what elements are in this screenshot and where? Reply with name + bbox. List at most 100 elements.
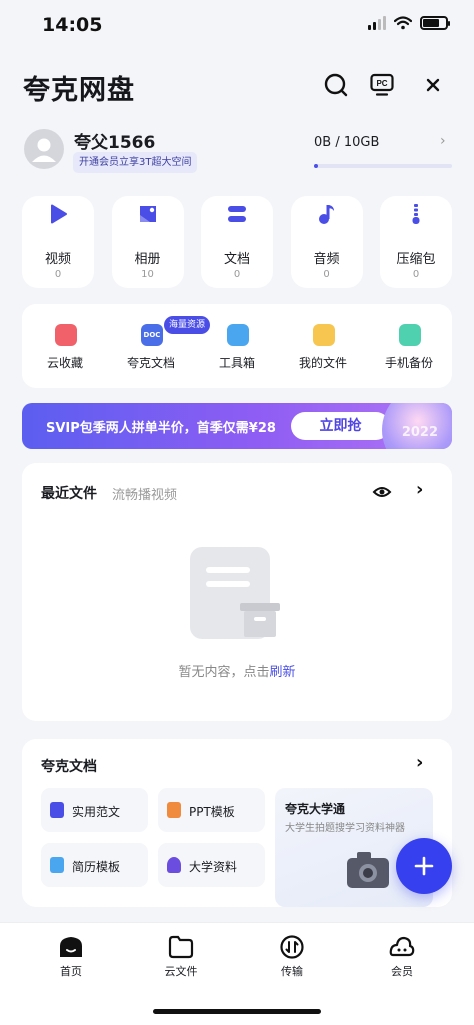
tool-cloud-favorites[interactable]: 云收藏 (22, 304, 108, 388)
tab-label: 首页 (60, 965, 82, 978)
doc-chip-university[interactable]: 大学资料 (158, 843, 265, 887)
signal-icon (368, 16, 386, 30)
tool-label: 工具箱 (218, 356, 255, 370)
profile-section: 夸父1566 开通会员立享3T超大空间 0B / 10GB › (0, 124, 474, 184)
status-icons (368, 16, 450, 30)
category-label: 文档 (223, 252, 250, 267)
pc-icon: PC (370, 73, 394, 96)
category-count: 0 (233, 269, 241, 280)
close-icon (426, 78, 440, 92)
tool-label: 手机备份 (384, 356, 433, 370)
category-photo[interactable]: 相册 10 (111, 196, 184, 288)
tool-label: 云收藏 (46, 356, 83, 370)
empty-state-illustration (190, 547, 285, 642)
tools-panel: 云收藏 DOC 夸克文档 海量资源 工具箱 我的文件 手机备份 (22, 304, 452, 388)
category-count: 0 (54, 269, 62, 280)
tab-transfer[interactable]: 传输 (262, 935, 322, 983)
member-icon (389, 935, 415, 959)
phone-backup-icon (399, 324, 421, 346)
doc-chip-label: 大学资料 (189, 860, 238, 874)
home-indicator (153, 1009, 321, 1014)
username[interactable]: 夸父1566 (74, 128, 155, 153)
tool-label: 夸克文档 (126, 356, 175, 370)
status-time: 14:05 (42, 14, 103, 36)
home-icon (58, 935, 84, 959)
category-count: 0 (323, 269, 330, 280)
tab-home[interactable]: 首页 (41, 935, 101, 983)
empty-state-message: 暂无内容，点击 (178, 665, 270, 680)
wifi-icon (394, 16, 412, 30)
add-button[interactable] (396, 838, 452, 894)
ppt-icon (167, 802, 181, 818)
category-archive[interactable]: 压缩包 0 (380, 196, 452, 288)
avatar[interactable] (24, 129, 64, 169)
tool-phone-backup[interactable]: 手机备份 (366, 304, 452, 388)
bottom-tab-bar: 首页 云文件 传输 会员 (0, 922, 474, 1025)
doc-chip-ppt[interactable]: PPT模板 (158, 788, 265, 832)
recent-files-card: 最近文件 流畅播视频 › 暂无内容，点击刷新 (22, 463, 452, 721)
user-icon (32, 138, 56, 162)
plus-icon (414, 856, 434, 876)
zip-icon (404, 202, 428, 226)
quark-docs-title: 夸克文档 (41, 759, 97, 775)
file-category-row: 视频 0 相册 10 文档 0 音频 0 压缩包 0 (22, 196, 452, 288)
storage-progress-bar (314, 164, 452, 168)
tab-label: 会员 (391, 965, 413, 978)
photo-icon (136, 202, 160, 226)
chevron-right-icon[interactable]: › (416, 479, 423, 500)
doc-chip-label: 简历模板 (72, 860, 121, 874)
tool-my-files[interactable]: 我的文件 (280, 304, 366, 388)
storage-usage[interactable]: 0B / 10GB (314, 135, 379, 150)
essay-icon (50, 802, 64, 818)
university-subtitle: 大学生拍题搜学习资料神器 (285, 823, 405, 834)
doc-chip-label: 实用范文 (72, 805, 121, 819)
eye-icon (372, 487, 392, 497)
storage-progress-fill (314, 164, 319, 168)
tab-cloud-files[interactable]: 云文件 (151, 935, 211, 983)
banner-text: SVIP包季两人拼单半价，首季仅需¥28 (46, 421, 276, 436)
recent-files-subtitle: 流畅播视频 (112, 488, 178, 503)
category-label: 压缩包 (396, 252, 436, 267)
category-label: 音频 (313, 252, 340, 267)
tab-member[interactable]: 会员 (372, 935, 432, 983)
chevron-right-icon[interactable]: › (416, 752, 423, 773)
category-label: 视频 (44, 252, 71, 267)
pc-icon-label: PC (376, 79, 387, 88)
close-button[interactable] (418, 70, 448, 100)
status-bar: 14:05 (0, 0, 474, 52)
chevron-right-icon[interactable]: › (440, 133, 446, 149)
svip-promo-banner[interactable]: SVIP包季两人拼单半价，首季仅需¥28 立即抢 2022 (22, 403, 452, 449)
category-audio[interactable]: 音频 0 (290, 196, 363, 288)
doc-chip-essays[interactable]: 实用范文 (41, 788, 148, 832)
resume-icon (50, 857, 64, 873)
cloud-favorites-icon (55, 324, 77, 346)
tab-label: 云文件 (164, 965, 198, 978)
recent-files-title: 最近文件 (41, 486, 97, 502)
transfer-icon (279, 935, 305, 959)
app-header: 夸克网盘 PC (0, 62, 474, 114)
eye-button[interactable] (372, 482, 394, 504)
tool-label: 我的文件 (298, 356, 347, 370)
refresh-link[interactable]: 刷新 (270, 665, 296, 680)
music-icon (315, 202, 339, 226)
banner-year: 2022 (401, 425, 438, 440)
folder-icon (313, 324, 335, 346)
tool-toolbox[interactable]: 工具箱 (194, 304, 280, 388)
category-document[interactable]: 文档 0 (201, 196, 273, 288)
doc-chip-resume[interactable]: 简历模板 (41, 843, 148, 887)
vip-promo-tag[interactable]: 开通会员立享3T超大空间 (73, 152, 198, 173)
folder-icon (168, 935, 194, 959)
university-title: 夸克大学通 (285, 802, 346, 816)
graduation-cap-icon (167, 857, 181, 873)
doc-chip-label: PPT模板 (189, 805, 235, 819)
search-button[interactable] (321, 70, 351, 100)
camera-illustration (347, 852, 389, 888)
buy-now-button[interactable]: 立即抢 (291, 412, 390, 440)
app-title: 夸克网盘 (23, 75, 135, 106)
category-label: 相册 (134, 252, 161, 267)
empty-state-text: 暂无内容，点击刷新 (22, 661, 452, 680)
category-video[interactable]: 视频 0 (22, 196, 94, 288)
pc-transfer-button[interactable]: PC (367, 70, 397, 100)
quark-docs-card: 夸克文档 › 实用范文 PPT模板 简历模板 大学资料 夸克大学通 大学生拍题搜… (22, 739, 452, 907)
category-count: 0 (412, 269, 420, 280)
